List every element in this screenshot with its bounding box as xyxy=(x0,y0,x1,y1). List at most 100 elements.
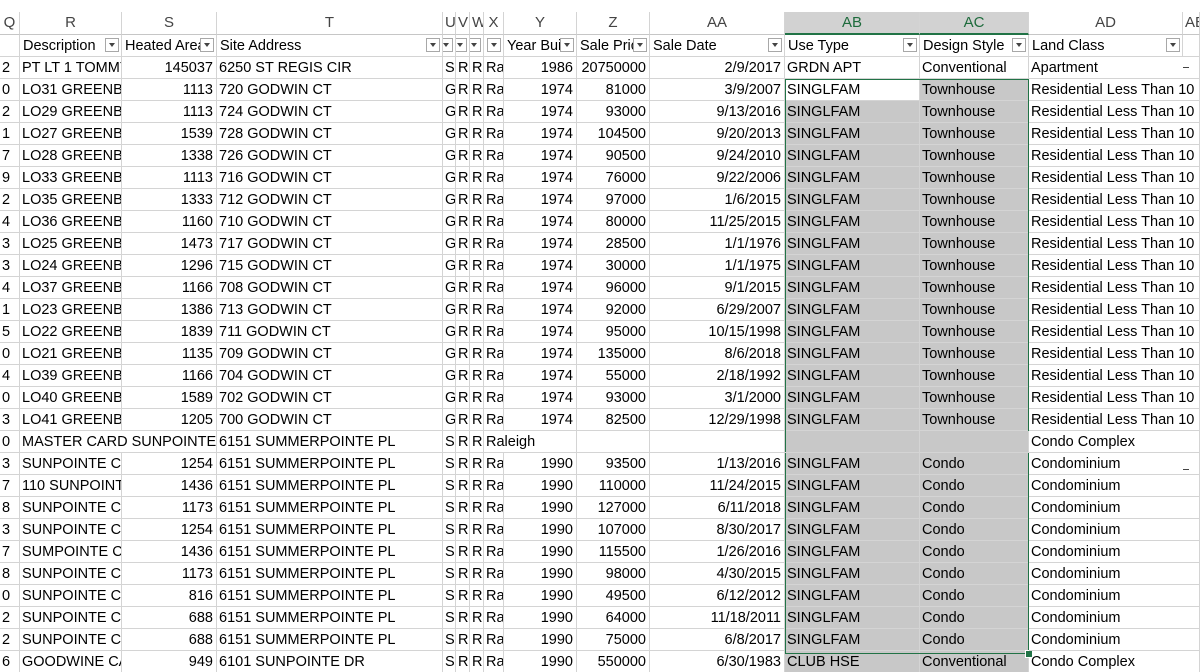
cell-ac[interactable]: Townhouse xyxy=(920,255,1029,277)
cell-ab[interactable]: SINGLFAM xyxy=(785,189,920,211)
filter-dropdown-icon[interactable] xyxy=(768,38,782,52)
cell-v[interactable]: R xyxy=(456,189,470,211)
cell-ab[interactable]: SINGLFAM xyxy=(785,343,920,365)
cell-t[interactable]: 6151 SUMMERPOINTE PL xyxy=(217,519,443,541)
cell-aa[interactable]: 6/12/2012 xyxy=(650,585,785,607)
cell-u[interactable]: S xyxy=(443,651,456,672)
cell-t[interactable]: 6151 SUMMERPOINTE PL xyxy=(217,629,443,651)
cell-s[interactable]: 688 xyxy=(122,629,217,651)
cell-z[interactable]: 97000 xyxy=(577,189,650,211)
cell-ac[interactable]: Conventional xyxy=(920,57,1029,79)
cell-x[interactable]: Ra xyxy=(484,79,504,101)
cell-q[interactable]: 2 xyxy=(0,189,20,211)
filter-dropdown-icon[interactable] xyxy=(633,38,647,52)
cell-x[interactable]: Ra xyxy=(484,145,504,167)
cell-v[interactable]: R xyxy=(456,497,470,519)
cell-ac[interactable]: Condo xyxy=(920,519,1029,541)
cell-q[interactable]: 0 xyxy=(0,585,20,607)
cell-v[interactable]: R xyxy=(456,299,470,321)
cell-ac[interactable]: Conventional xyxy=(920,651,1029,672)
cell-z[interactable]: 550000 xyxy=(577,651,650,672)
column-header-z[interactable]: Z xyxy=(577,12,650,35)
cell-ad[interactable]: Residential Less Than 10 xyxy=(1029,299,1200,321)
cell-q[interactable]: 8 xyxy=(0,497,20,519)
cell-ac[interactable]: Townhouse xyxy=(920,343,1029,365)
cell-q[interactable]: 4 xyxy=(0,365,20,387)
cell-y[interactable]: 1974 xyxy=(504,211,577,233)
cell-t[interactable]: 726 GODWIN CT xyxy=(217,145,443,167)
cell-x[interactable]: Ra xyxy=(484,563,504,585)
cell-y[interactable]: 1990 xyxy=(504,541,577,563)
cell-u[interactable]: S xyxy=(443,585,456,607)
cell-s[interactable]: 1173 xyxy=(122,563,217,585)
cell-z[interactable]: 30000 xyxy=(577,255,650,277)
cell-x[interactable]: Ra xyxy=(484,167,504,189)
cell-z[interactable]: 49500 xyxy=(577,585,650,607)
cell-ac[interactable]: Townhouse xyxy=(920,299,1029,321)
cell-ad[interactable]: Condominium xyxy=(1029,585,1200,607)
cell-ad[interactable]: Residential Less Than 10 xyxy=(1029,145,1200,167)
cell-x[interactable]: Ra xyxy=(484,585,504,607)
cell-r[interactable]: SUNPOINTE CONDO xyxy=(20,519,122,541)
cell-q[interactable]: 2 xyxy=(0,629,20,651)
cell-w[interactable]: R xyxy=(470,233,484,255)
cell-ac[interactable]: Townhouse xyxy=(920,409,1029,431)
cell-y[interactable]: 1986 xyxy=(504,57,577,79)
cell-ab[interactable]: SINGLFAM xyxy=(785,145,920,167)
column-header-s[interactable]: S xyxy=(122,12,217,35)
cell-z[interactable]: 95000 xyxy=(577,321,650,343)
cell-ad[interactable]: Apartment xyxy=(1029,57,1200,79)
cell-v[interactable]: R xyxy=(456,519,470,541)
cell-t[interactable]: 724 GODWIN CT xyxy=(217,101,443,123)
cell-t[interactable]: 6151 SUMMERPOINTE PL xyxy=(217,453,443,475)
cell-ad[interactable]: Residential Less Than 10 xyxy=(1029,255,1200,277)
cell-u[interactable]: S xyxy=(443,497,456,519)
cell-u[interactable]: G xyxy=(443,123,456,145)
cell-z[interactable]: 92000 xyxy=(577,299,650,321)
cell-ac[interactable]: Townhouse xyxy=(920,365,1029,387)
cell-ad[interactable]: Residential Less Than 10 xyxy=(1029,387,1200,409)
spreadsheet-grid[interactable]: QRSTUVWXYZAAABACADAEDescriptionHeated Ar… xyxy=(0,0,1200,672)
cell-r[interactable]: LO33 GREENBRIER xyxy=(20,167,122,189)
cell-t[interactable]: 715 GODWIN CT xyxy=(217,255,443,277)
cell-y[interactable]: 1974 xyxy=(504,123,577,145)
cell-ad[interactable]: Condominium xyxy=(1029,519,1200,541)
cell-t[interactable]: 6151 SUMMERPOINTE PL xyxy=(217,431,443,453)
cell-w[interactable]: R xyxy=(470,629,484,651)
cell-w[interactable]: R xyxy=(470,453,484,475)
cell-w[interactable]: R xyxy=(470,475,484,497)
cell-u[interactable]: G xyxy=(443,343,456,365)
cell-u[interactable]: S xyxy=(443,431,456,453)
cell-v[interactable]: R xyxy=(456,607,470,629)
cell-t[interactable]: 6250 ST REGIS CIR xyxy=(217,57,443,79)
column-header-aa[interactable]: AA xyxy=(650,12,785,35)
cell-v[interactable]: R xyxy=(456,365,470,387)
cell-aa[interactable]: 6/30/1983 xyxy=(650,651,785,672)
cell-z[interactable]: 80000 xyxy=(577,211,650,233)
cell-w[interactable]: R xyxy=(470,519,484,541)
cell-r[interactable]: SUNPOINTE CONDO xyxy=(20,497,122,519)
cell-ab[interactable]: SINGLFAM xyxy=(785,629,920,651)
cell-t[interactable]: 710 GODWIN CT xyxy=(217,211,443,233)
filter-dropdown-icon[interactable] xyxy=(1166,38,1180,52)
cell-x[interactable]: Ra xyxy=(484,607,504,629)
cell-x[interactable]: Ra xyxy=(484,233,504,255)
cell-s[interactable]: 1113 xyxy=(122,79,217,101)
cell-r[interactable]: LO21 GREENBRIER xyxy=(20,343,122,365)
cell-s[interactable]: 1113 xyxy=(122,101,217,123)
cell-v[interactable]: R xyxy=(456,101,470,123)
cell-ad[interactable]: Residential Less Than 10 xyxy=(1029,211,1200,233)
cell-u[interactable]: S xyxy=(443,519,456,541)
cell-s[interactable]: 949 xyxy=(122,651,217,672)
cell-u[interactable]: G xyxy=(443,211,456,233)
cell-aa[interactable]: 1/6/2015 xyxy=(650,189,785,211)
cell-aa[interactable]: 2/9/2017 xyxy=(650,57,785,79)
cell-ac[interactable]: Condo xyxy=(920,585,1029,607)
cell-s[interactable]: 1254 xyxy=(122,453,217,475)
cell-q[interactable]: 0 xyxy=(0,343,20,365)
cell-q[interactable]: 3 xyxy=(0,255,20,277)
cell-ab[interactable]: SINGLFAM xyxy=(785,475,920,497)
cell-r[interactable]: MASTER CARD SUNPOINTE CONDO xyxy=(20,431,217,453)
cell-s[interactable]: 1135 xyxy=(122,343,217,365)
cell-q[interactable]: 0 xyxy=(0,79,20,101)
